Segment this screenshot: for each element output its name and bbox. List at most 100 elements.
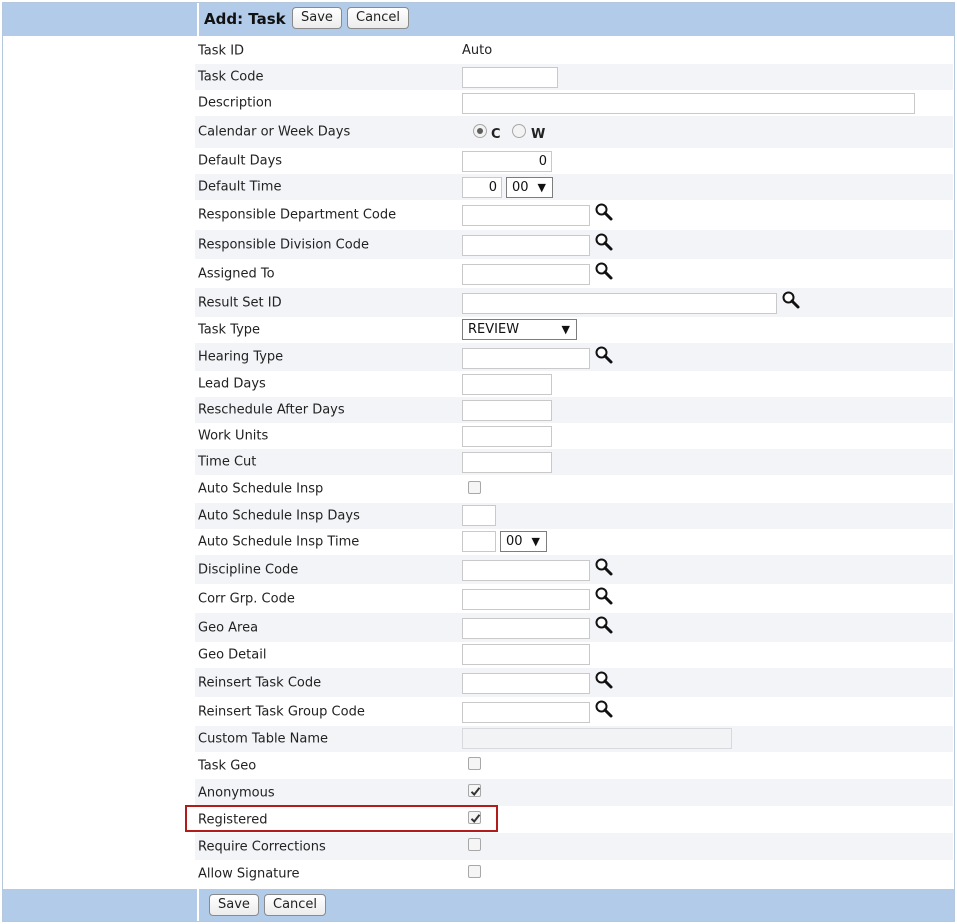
default-time-hour-input[interactable] bbox=[462, 177, 502, 198]
geo-detail-label: Geo Detail bbox=[198, 647, 267, 663]
magnifier-icon[interactable] bbox=[594, 670, 614, 690]
result-set-id-label: Result Set ID bbox=[198, 295, 282, 310]
time-cut-input[interactable] bbox=[462, 452, 552, 473]
auto-schedule-insp-time-minute-value: 00 bbox=[506, 534, 523, 549]
row-require-corrections: Require Corrections bbox=[195, 833, 953, 860]
lead-days-label: Lead Days bbox=[198, 376, 266, 392]
footer-save-button[interactable]: Save bbox=[209, 894, 259, 916]
reinsert-task-group-code-input[interactable] bbox=[462, 702, 590, 723]
row-calendar-week-days: Calendar or Week Days C W bbox=[195, 116, 953, 148]
triangle-down-icon: ▼ bbox=[531, 535, 540, 548]
geo-area-label: Geo Area bbox=[198, 620, 259, 635]
footer-cancel-button[interactable]: Cancel bbox=[264, 894, 327, 916]
auto-schedule-insp-checkbox[interactable] bbox=[468, 481, 481, 494]
corr-grp-code-label: Corr Grp. Code bbox=[198, 591, 295, 606]
registered-checkbox[interactable] bbox=[468, 811, 481, 824]
magnifier-icon[interactable] bbox=[594, 557, 614, 577]
row-responsible-department-code: Responsible Department Code bbox=[195, 200, 953, 230]
discipline-code-input[interactable] bbox=[462, 560, 590, 581]
row-default-days: Default Days bbox=[195, 148, 953, 174]
allow-signature-label: Allow Signature bbox=[198, 866, 300, 882]
auto-schedule-insp-time-hour-input[interactable] bbox=[462, 531, 496, 552]
row-auto-schedule-insp-days: Auto Schedule Insp Days bbox=[195, 503, 953, 529]
lead-days-input[interactable] bbox=[462, 374, 552, 395]
row-geo-area: Geo Area bbox=[195, 613, 953, 642]
task-geo-label: Task Geo bbox=[198, 758, 257, 773]
responsible-department-code-input[interactable] bbox=[462, 205, 590, 226]
magnifier-icon[interactable] bbox=[781, 290, 801, 310]
calendar-days-radio-label: C bbox=[491, 127, 501, 142]
task-type-value: REVIEW bbox=[468, 322, 520, 337]
header-band bbox=[3, 3, 954, 36]
reinsert-task-code-input[interactable] bbox=[462, 673, 590, 694]
task-code-input[interactable] bbox=[462, 67, 558, 88]
row-responsible-division-code: Responsible Division Code bbox=[195, 230, 953, 259]
magnifier-icon[interactable] bbox=[594, 202, 614, 222]
geo-area-input[interactable] bbox=[462, 618, 590, 639]
calendar-week-days-label: Calendar or Week Days bbox=[198, 124, 351, 140]
result-set-id-input[interactable] bbox=[462, 293, 777, 314]
task-type-label: Task Type bbox=[198, 322, 261, 338]
calendar-days-radio[interactable] bbox=[473, 124, 487, 138]
row-lead-days: Lead Days bbox=[195, 371, 953, 397]
save-button[interactable]: Save bbox=[292, 7, 342, 29]
row-task-geo: Task Geo bbox=[195, 752, 953, 779]
anonymous-label: Anonymous bbox=[198, 785, 275, 800]
default-time-minute-value: 00 bbox=[512, 180, 529, 195]
task-geo-checkbox[interactable] bbox=[468, 757, 481, 770]
auto-schedule-insp-label: Auto Schedule Insp bbox=[198, 481, 324, 497]
auto-schedule-insp-time-minute-select[interactable]: 00 ▼ bbox=[500, 531, 547, 552]
footer-band bbox=[3, 889, 954, 921]
task-type-select[interactable]: REVIEW ▼ bbox=[462, 319, 577, 340]
row-discipline-code: Discipline Code bbox=[195, 555, 953, 584]
geo-detail-input[interactable] bbox=[462, 644, 590, 665]
cancel-button[interactable]: Cancel bbox=[347, 7, 410, 29]
responsible-department-code-label: Responsible Department Code bbox=[198, 207, 397, 223]
row-time-cut: Time Cut bbox=[195, 449, 953, 475]
reschedule-after-days-label: Reschedule After Days bbox=[198, 402, 345, 418]
anonymous-checkbox[interactable] bbox=[468, 784, 481, 797]
assigned-to-input[interactable] bbox=[462, 264, 590, 285]
row-reinsert-task-code: Reinsert Task Code bbox=[195, 668, 953, 697]
checkmark-icon bbox=[470, 814, 481, 824]
custom-table-name-input bbox=[462, 728, 732, 749]
week-days-radio-label: W bbox=[531, 127, 546, 142]
corr-grp-code-input[interactable] bbox=[462, 589, 590, 610]
task-id-label: Task ID bbox=[198, 43, 245, 59]
responsible-division-code-input[interactable] bbox=[462, 235, 590, 256]
row-custom-table-name: Custom Table Name bbox=[195, 726, 953, 752]
responsible-division-code-label: Responsible Division Code bbox=[198, 237, 369, 252]
row-work-units: Work Units bbox=[195, 423, 953, 449]
row-auto-schedule-insp: Auto Schedule Insp bbox=[195, 475, 953, 503]
description-label: Description bbox=[198, 95, 273, 111]
magnifier-icon[interactable] bbox=[594, 615, 614, 635]
reinsert-task-code-label: Reinsert Task Code bbox=[198, 675, 322, 690]
row-reinsert-task-group-code: Reinsert Task Group Code bbox=[195, 697, 953, 726]
checkmark-icon bbox=[470, 787, 481, 797]
default-days-input[interactable] bbox=[462, 151, 552, 172]
default-time-minute-select[interactable]: 00 ▼ bbox=[506, 177, 553, 198]
reschedule-after-days-input[interactable] bbox=[462, 400, 552, 421]
magnifier-icon[interactable] bbox=[594, 699, 614, 719]
row-allow-signature: Allow Signature bbox=[195, 860, 953, 888]
require-corrections-checkbox[interactable] bbox=[468, 838, 481, 851]
week-days-radio[interactable] bbox=[512, 124, 526, 138]
magnifier-icon[interactable] bbox=[594, 261, 614, 281]
custom-table-name-label: Custom Table Name bbox=[198, 731, 329, 747]
row-task-id: Task ID Auto bbox=[195, 38, 953, 64]
form-title: Add: Task bbox=[204, 10, 286, 28]
require-corrections-label: Require Corrections bbox=[198, 839, 326, 854]
magnifier-icon[interactable] bbox=[594, 345, 614, 365]
default-time-label: Default Time bbox=[198, 179, 282, 195]
auto-schedule-insp-days-label: Auto Schedule Insp Days bbox=[198, 508, 360, 524]
description-input[interactable] bbox=[462, 93, 915, 114]
magnifier-icon[interactable] bbox=[594, 232, 614, 252]
magnifier-icon[interactable] bbox=[594, 586, 614, 606]
auto-schedule-insp-days-input[interactable] bbox=[462, 505, 496, 526]
default-days-label: Default Days bbox=[198, 153, 283, 169]
allow-signature-checkbox[interactable] bbox=[468, 865, 481, 878]
work-units-input[interactable] bbox=[462, 426, 552, 447]
row-auto-schedule-insp-time: Auto Schedule Insp Time 00 ▼ bbox=[195, 529, 953, 555]
hearing-type-input[interactable] bbox=[462, 348, 590, 369]
row-geo-detail: Geo Detail bbox=[195, 642, 953, 668]
